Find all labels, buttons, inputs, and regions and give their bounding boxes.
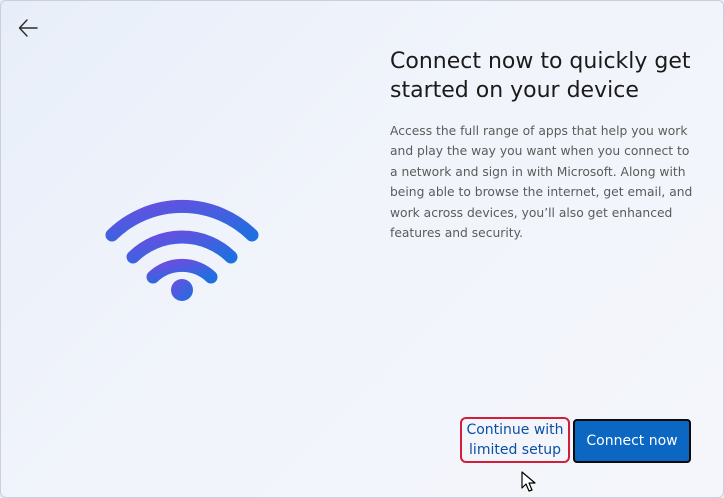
back-button[interactable]	[13, 13, 43, 43]
page-title: Connect now to quickly get started on yo…	[390, 49, 691, 103]
setup-window: Connect now to quickly get started on yo…	[0, 0, 724, 498]
continue-limited-setup-button[interactable]: Continue with limited setup	[460, 417, 570, 463]
page-description: Access the full range of apps that help …	[390, 124, 693, 241]
arrow-left-icon	[18, 19, 38, 37]
connect-now-button[interactable]: Connect now	[573, 419, 691, 463]
mouse-pointer-icon	[521, 471, 536, 492]
wifi-icon	[105, 199, 259, 301]
